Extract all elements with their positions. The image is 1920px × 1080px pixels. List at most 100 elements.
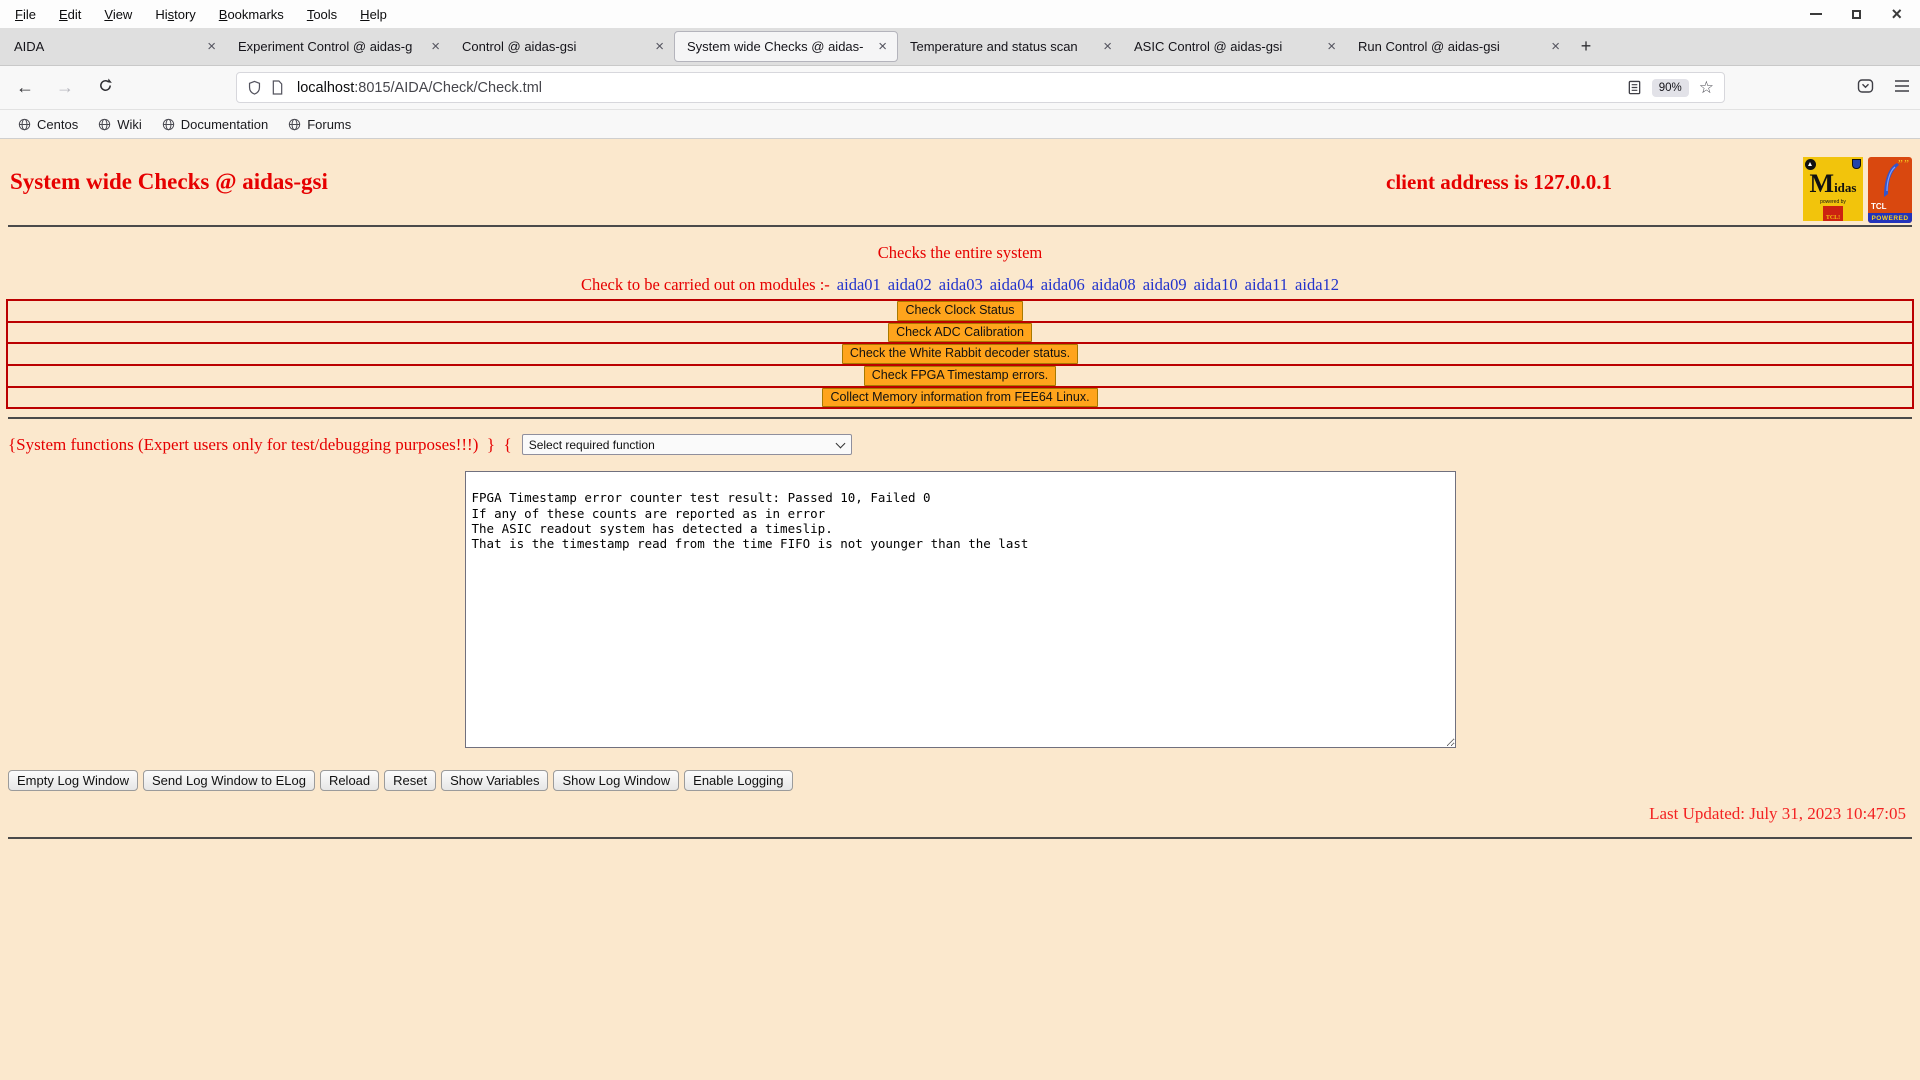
midas-powered-text: powered by: [1820, 199, 1846, 205]
action-button-reset[interactable]: Reset: [384, 770, 437, 792]
tab-5[interactable]: Temperature and status scan ×: [898, 28, 1122, 65]
check-button-2[interactable]: Check ADC Calibration: [888, 322, 1032, 343]
tab-bar: AIDA × Experiment Control @ aidas-g × Contro…: [0, 28, 1920, 66]
check-button-4[interactable]: Check FPGA Timestamp errors.: [863, 365, 1057, 386]
menu-item-history[interactable]: History: [146, 3, 204, 26]
check-row: Check Clock Status: [6, 299, 1914, 323]
action-button-send-log-window-to-elog[interactable]: Send Log Window to ELog: [143, 770, 315, 792]
action-button-enable-logging[interactable]: Enable Logging: [684, 770, 793, 792]
reload-icon[interactable]: [88, 77, 122, 98]
browser-window: File Edit View History Bookmarks Tools Help × …: [0, 0, 1920, 1078]
tcl-powered-logo: ”” TCL POWERED: [1868, 157, 1912, 223]
system-functions-row: {System functions (Expert users only for…: [8, 434, 1912, 456]
modules-prefix: Check to be carried out on modules :-: [580, 275, 830, 294]
module-link-aida03[interactable]: aida03: [939, 275, 983, 294]
log-window[interactable]: FPGA Timestamp error counter test result…: [464, 471, 1456, 749]
check-row: Check ADC Calibration: [6, 320, 1914, 345]
new-tab-button[interactable]: +: [1570, 28, 1602, 65]
tab-close-icon[interactable]: ×: [873, 38, 892, 55]
check-row: Check FPGA Timestamp errors.: [6, 363, 1914, 388]
divider: [8, 837, 1912, 840]
midas-logo-text: Midas: [1809, 169, 1857, 198]
page-info-icon[interactable]: [271, 80, 284, 95]
url-text: localhost:8015/AIDA/Check/Check.tml: [297, 80, 542, 96]
url-host: localhost: [297, 79, 355, 96]
module-link-aida02[interactable]: aida02: [888, 275, 932, 294]
bookmark-label: Centos: [37, 116, 79, 132]
maximize-icon[interactable]: [1852, 9, 1862, 19]
tab-4[interactable]: System wide Checks @ aidas- ×: [674, 31, 898, 62]
system-functions-label: {System functions (Expert users only for…: [8, 434, 512, 454]
bookmark-centos[interactable]: Centos: [10, 114, 86, 135]
action-button-show-variables[interactable]: Show Variables: [441, 770, 549, 792]
module-link-aida06[interactable]: aida06: [1041, 275, 1085, 294]
page-title: System wide Checks @ aidas-gsi: [10, 169, 328, 194]
bookmarks-bar: Centos Wiki Documentation Forums: [0, 110, 1920, 139]
modules-links: aida01 aida02 aida03 aida04 aida06 aida08 aida…: [830, 275, 1339, 294]
tab-close-icon[interactable]: ×: [202, 38, 221, 55]
menu-item-edit[interactable]: Edit: [50, 3, 90, 26]
module-link-aida10[interactable]: aida10: [1194, 275, 1238, 294]
check-button-5[interactable]: Collect Memory information from FEE64 Li…: [822, 387, 1098, 408]
bookmark-forums[interactable]: Forums: [280, 114, 359, 135]
tab-title: Temperature and status scan: [910, 39, 1078, 54]
module-link-aida12[interactable]: aida12: [1295, 275, 1339, 294]
close-icon[interactable]: ×: [1891, 5, 1902, 23]
menu-item-bookmarks[interactable]: Bookmarks: [210, 3, 293, 26]
tab-6[interactable]: ASIC Control @ aidas-gsi ×: [1122, 28, 1346, 65]
nav-buttons: ← →: [8, 77, 122, 98]
shield-icon[interactable]: [247, 80, 262, 96]
bookmark-star-icon[interactable]: ☆: [1699, 78, 1714, 98]
tab-close-icon[interactable]: ×: [1098, 38, 1117, 55]
modules-line: Check to be carried out on modules :- aid…: [0, 275, 1920, 295]
midas-emblem-icon: [1805, 159, 1816, 170]
check-row: Check the White Rabbit decoder status.: [6, 342, 1914, 366]
module-link-aida04[interactable]: aida04: [990, 275, 1034, 294]
check-table: Check Clock Status Check ADC Calibration C…: [6, 299, 1914, 410]
tab-strip: AIDA × Experiment Control @ aidas-g × Contro…: [2, 28, 1570, 65]
tab-close-icon[interactable]: ×: [1322, 38, 1341, 55]
zoom-level-indicator[interactable]: 90%: [1651, 78, 1689, 97]
menu-item-help[interactable]: Help: [351, 3, 396, 26]
check-table-body: Check Clock Status Check ADC Calibration C…: [6, 299, 1914, 410]
module-link-aida11[interactable]: aida11: [1245, 275, 1288, 294]
module-link-aida08[interactable]: aida08: [1092, 275, 1136, 294]
tab-3[interactable]: Control @ aidas-gsi ×: [450, 28, 674, 65]
minimize-icon[interactable]: [1810, 13, 1823, 15]
tcl-logo-text: TCL: [1871, 202, 1887, 211]
menu-item-file[interactable]: File: [6, 3, 45, 26]
module-link-aida09[interactable]: aida09: [1143, 275, 1187, 294]
reader-mode-icon[interactable]: [1627, 80, 1642, 95]
url-bar[interactable]: localhost:8015/AIDA/Check/Check.tml 90% …: [236, 72, 1725, 103]
toolbar-right-icons: [1857, 66, 1910, 110]
forward-icon: →: [56, 77, 74, 97]
tab-close-icon[interactable]: ×: [1546, 38, 1565, 55]
tab-1[interactable]: AIDA ×: [2, 28, 226, 65]
tcl-powered-text: POWERED: [1868, 213, 1912, 223]
tab-2[interactable]: Experiment Control @ aidas-g ×: [226, 28, 450, 65]
page-content: System wide Checks @ aidas-gsi client ad…: [0, 139, 1920, 1078]
bookmark-label: Documentation: [180, 116, 269, 132]
bookmark-wiki[interactable]: Wiki: [90, 114, 150, 135]
pocket-icon[interactable]: [1857, 78, 1874, 99]
menu-bar: File Edit View History Bookmarks Tools Help ×: [0, 0, 1920, 28]
bookmark-documentation[interactable]: Documentation: [154, 114, 276, 135]
back-icon[interactable]: ←: [8, 77, 42, 98]
last-updated: Last Updated: July 31, 2023 10:47:05: [1649, 804, 1906, 824]
app-menu-icon[interactable]: [1894, 79, 1910, 98]
tab-close-icon[interactable]: ×: [426, 38, 445, 55]
check-button-3[interactable]: Check the White Rabbit decoder status.: [841, 344, 1079, 364]
menu-item-tools[interactable]: Tools: [298, 3, 346, 26]
module-link-aida01[interactable]: aida01: [837, 275, 881, 294]
globe-icon: [98, 118, 111, 131]
action-button-reload[interactable]: Reload: [319, 770, 380, 792]
check-button-1[interactable]: Check Clock Status: [897, 301, 1023, 321]
tab-close-icon[interactable]: ×: [650, 38, 669, 55]
function-select[interactable]: Select required function: [521, 434, 852, 456]
tab-title: System wide Checks @ aidas-: [687, 39, 864, 54]
tab-7[interactable]: Run Control @ aidas-gsi ×: [1346, 28, 1570, 65]
menu-item-view[interactable]: View: [95, 3, 141, 26]
logos: Midas powered by TCL! ”” TCL POWERED: [1803, 157, 1912, 223]
action-button-show-log-window[interactable]: Show Log Window: [553, 770, 680, 792]
action-button-empty-log-window[interactable]: Empty Log Window: [8, 770, 138, 792]
